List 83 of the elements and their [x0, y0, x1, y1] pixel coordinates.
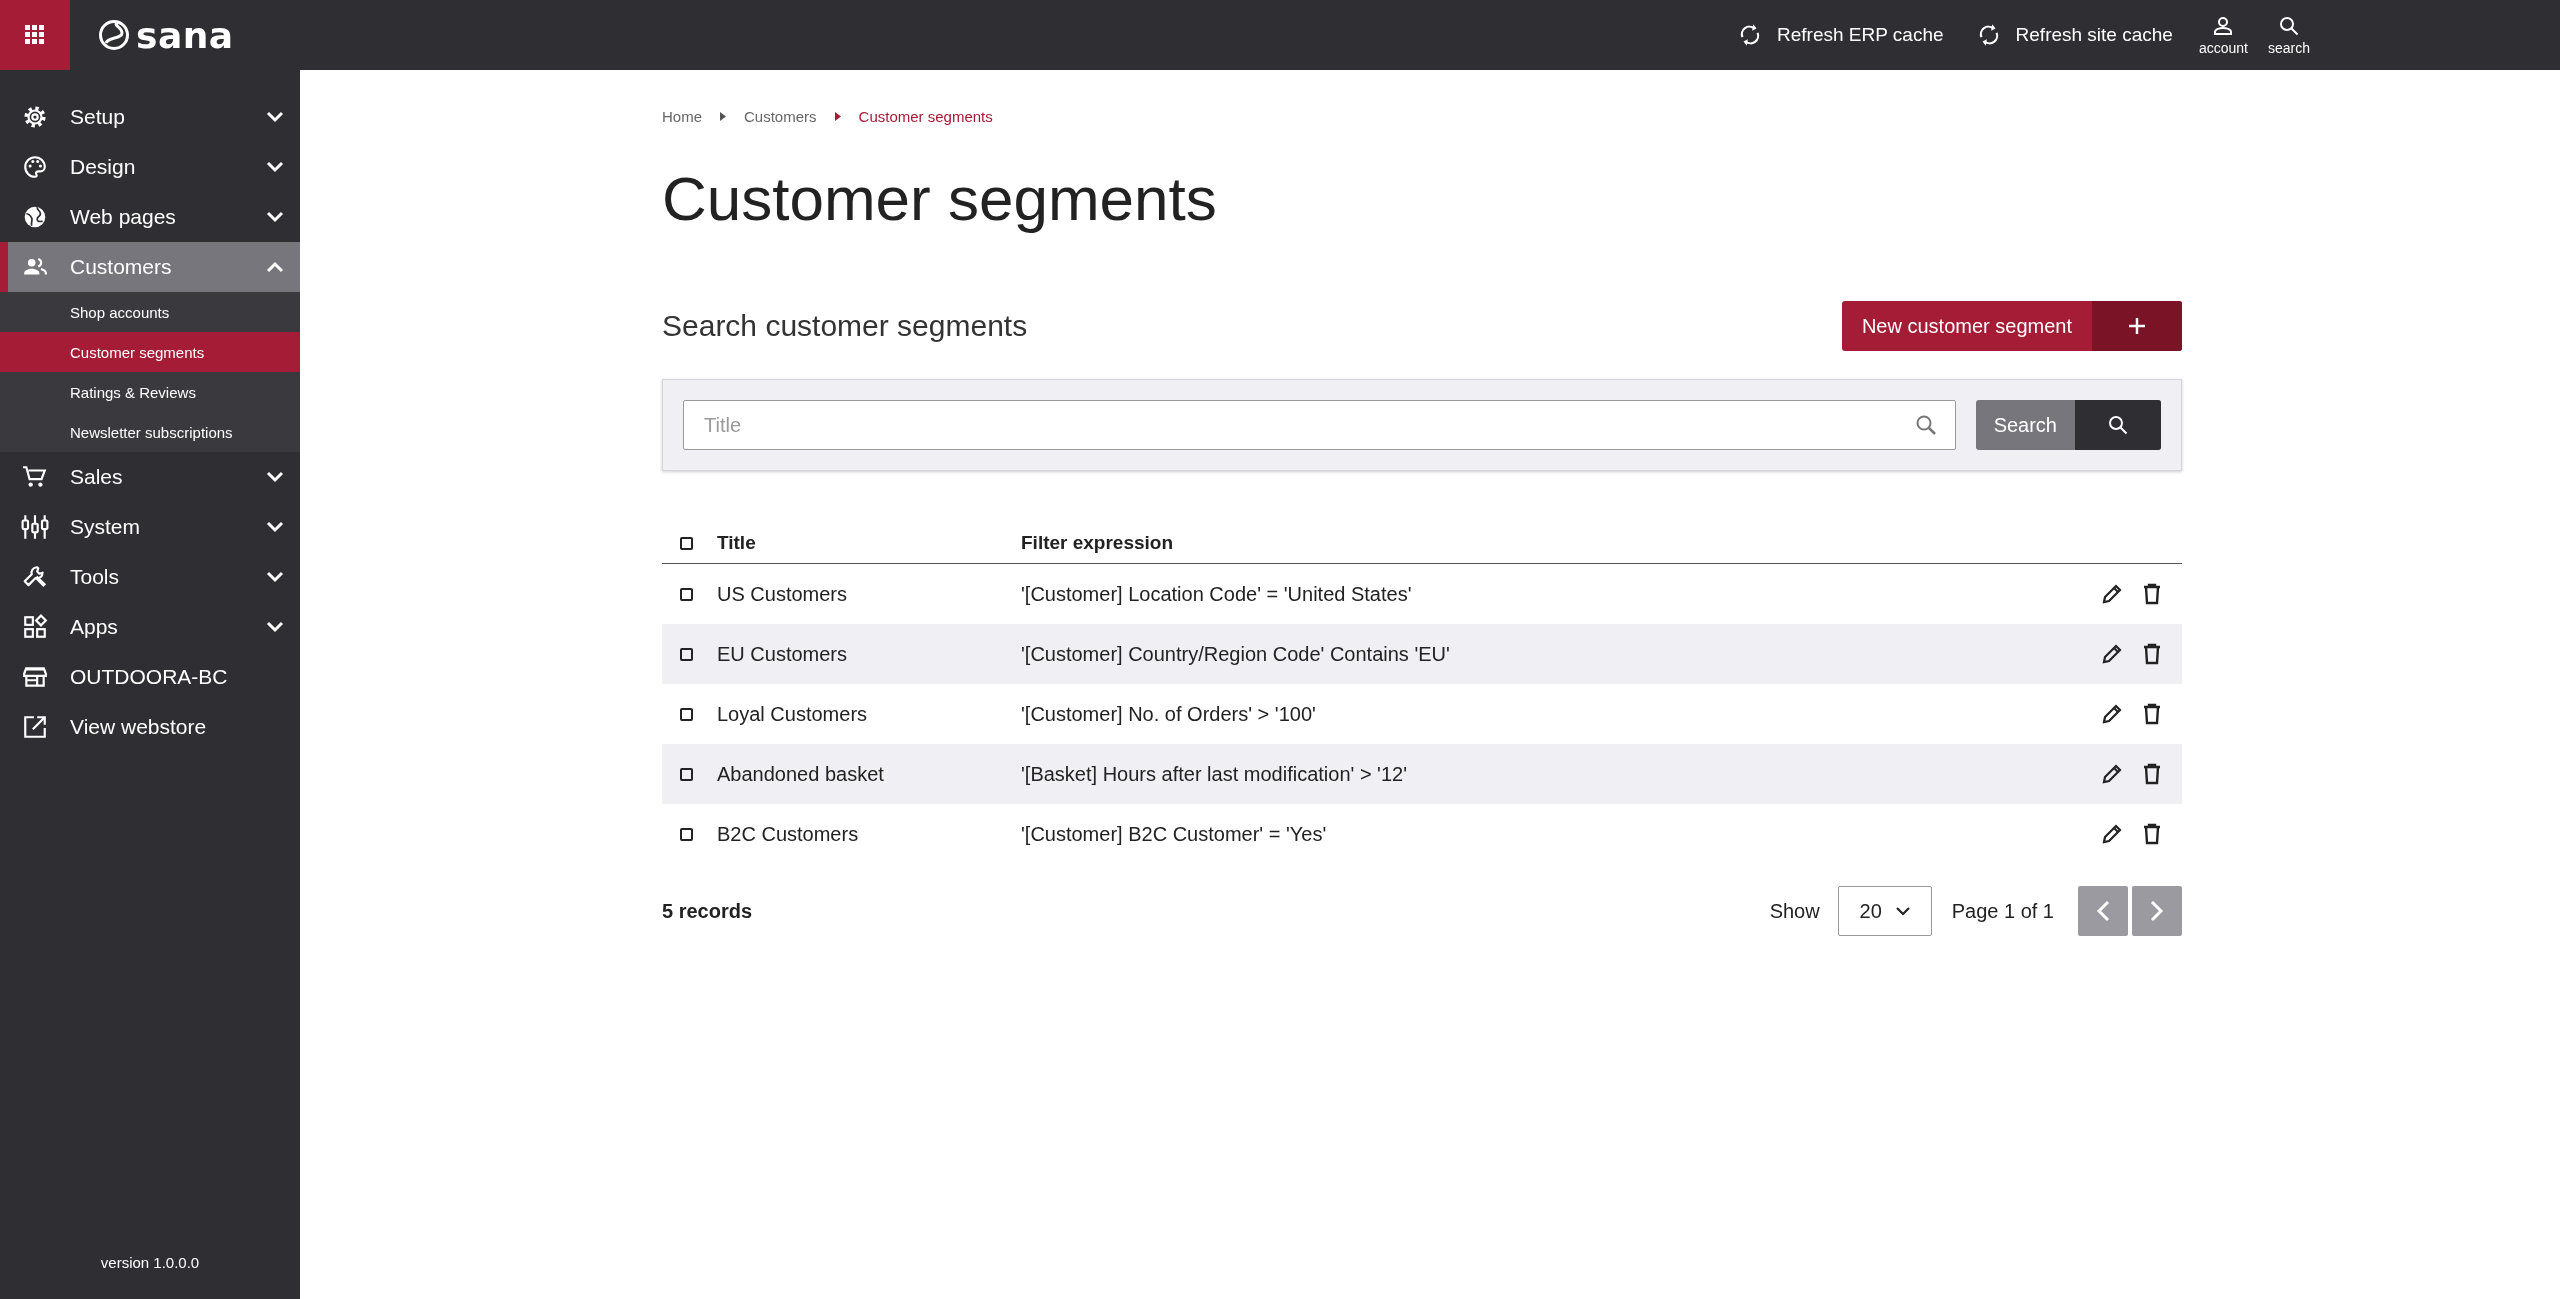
- checkbox[interactable]: [680, 587, 693, 601]
- page-indicator: Page 1 of 1: [1951, 899, 2054, 923]
- table-cell-text: Abandoned basket: [717, 762, 885, 786]
- sliders-icon: [21, 514, 49, 540]
- sidebar-item[interactable]: Apps: [0, 602, 300, 652]
- caret-right-icon: [834, 112, 841, 121]
- pencil-icon[interactable]: [2100, 702, 2124, 726]
- chevron-down-icon: [266, 471, 284, 483]
- sidebar-item[interactable]: Design: [0, 142, 300, 192]
- refresh-button[interactable]: Refresh ERP cache: [1721, 22, 1960, 48]
- search-button[interactable]: search: [2257, 14, 2320, 56]
- search-button[interactable]: Search: [1975, 400, 2161, 450]
- caret-right-icon: [720, 112, 726, 121]
- table-cell-text: Loyal Customers: [717, 702, 869, 726]
- open-external-icon: [22, 714, 48, 740]
- sidebar-item[interactable]: OUTDOORA-BC: [0, 652, 300, 702]
- submenu-item[interactable]: Newsletter subscriptions: [0, 412, 300, 452]
- column-header: Title: [717, 532, 757, 554]
- breadcrumb-link[interactable]: Customers: [744, 108, 817, 125]
- table-cell-text: '[Customer] No. of Orders' > '100': [1021, 702, 1317, 726]
- pencil-icon[interactable]: [2100, 762, 2124, 786]
- submenu-item[interactable]: Ratings & Reviews: [0, 372, 300, 412]
- refresh-button[interactable]: Refresh site cache: [1959, 22, 2189, 48]
- table-cell-text: US Customers: [717, 582, 849, 606]
- checkbox[interactable]: [680, 767, 693, 781]
- chevron-down-icon: [266, 111, 284, 123]
- table-cell-text: '[Customer] B2C Customer' = 'Yes': [1021, 822, 1328, 846]
- wrench-icon: [22, 564, 48, 590]
- settings-icon: [22, 104, 48, 130]
- sidebar-item[interactable]: Customers: [0, 242, 300, 292]
- widgets-icon: [22, 614, 48, 640]
- grid-icon: [25, 25, 45, 45]
- column-header: Filter expression: [1021, 532, 1174, 553]
- chevron-left-icon: [2096, 900, 2110, 922]
- pencil-icon[interactable]: [2100, 582, 2124, 606]
- globe-icon: [22, 204, 48, 230]
- table-cell-text: '[Customer] Location Code' = 'United States': [1021, 582, 1413, 606]
- version-text: version 1.0.0.0: [100, 1254, 200, 1271]
- page-size-dropdown[interactable]: 20: [1837, 886, 1932, 936]
- checkbox[interactable]: [680, 647, 693, 661]
- search-icon: [2277, 14, 2301, 38]
- table-cell-text: '[Customer] Country/Region Code' Contains 'EU': [1021, 642, 1451, 666]
- checkbox[interactable]: [680, 827, 693, 841]
- section-heading: Search customer segments: [662, 309, 1028, 343]
- palette-icon: [22, 154, 48, 180]
- submenu-item[interactable]: Shop accounts: [0, 292, 300, 332]
- record-count: 5 records: [662, 899, 753, 923]
- page-title: Customer segments: [662, 163, 1218, 235]
- table-cell-text: '[Basket] Hours after last modification' > '12': [1021, 762, 1408, 786]
- store-icon: [22, 664, 48, 690]
- chevron-up-icon: [266, 261, 284, 273]
- chevron-down-icon: [266, 571, 284, 583]
- cart-icon: [22, 464, 48, 490]
- search-field[interactable]: Title: [683, 400, 1956, 450]
- breadcrumb-link[interactable]: Home: [662, 108, 702, 125]
- checkbox[interactable]: [680, 707, 693, 721]
- new-segment-button[interactable]: New customer segment: [1841, 301, 2182, 351]
- pencil-icon[interactable]: [2100, 822, 2124, 846]
- sidebar-item[interactable]: Sales: [0, 452, 300, 502]
- app-grid-button[interactable]: [0, 0, 70, 70]
- logo-icon: [98, 19, 130, 51]
- sidebar-item[interactable]: System: [0, 502, 300, 552]
- search-icon: [2106, 413, 2130, 437]
- chevron-down-icon: [266, 211, 284, 223]
- chevron-down-icon: [266, 621, 284, 633]
- logo-text: sana: [136, 14, 234, 56]
- show-label: Show: [1769, 899, 1820, 923]
- chevron-down-icon: [1895, 906, 1910, 916]
- sidebar-item[interactable]: Web pages: [0, 192, 300, 242]
- breadcrumb-link[interactable]: Customer segments: [858, 108, 993, 125]
- pencil-icon[interactable]: [2100, 642, 2124, 666]
- sidebar-item[interactable]: Tools: [0, 552, 300, 602]
- chevron-down-icon: [266, 521, 284, 533]
- plus-icon: [2128, 317, 2146, 335]
- submenu-item[interactable]: Customer segments: [0, 332, 300, 372]
- account-button[interactable]: account: [2188, 14, 2258, 56]
- table-cell-text: B2C Customers: [717, 822, 860, 846]
- chevron-right-icon: [2150, 900, 2164, 922]
- checkbox[interactable]: [680, 536, 693, 550]
- sidebar-item[interactable]: View webstore: [0, 702, 300, 752]
- table-cell-text: EU Customers: [717, 642, 849, 666]
- chevron-down-icon: [266, 161, 284, 173]
- sidebar-item[interactable]: Setup: [0, 92, 300, 142]
